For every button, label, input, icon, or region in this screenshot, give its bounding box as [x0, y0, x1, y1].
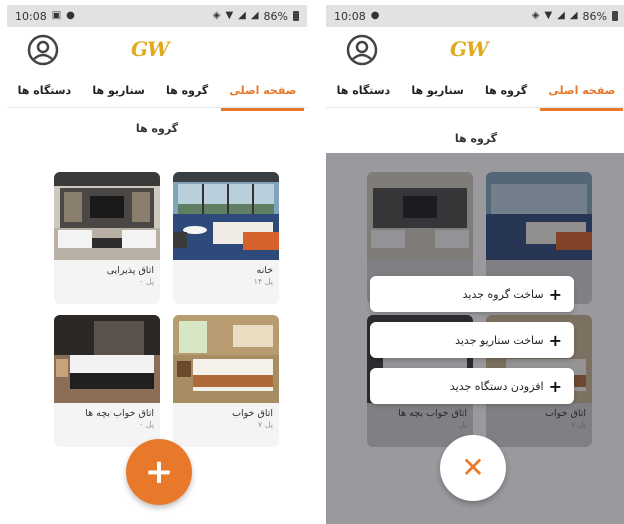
battery-icon: [612, 11, 618, 21]
brand-logo: GW: [450, 37, 489, 61]
app-notification-icon: ●: [370, 10, 380, 21]
tab-home[interactable]: صفحه اصلی: [221, 76, 305, 111]
cell-signal-icon: ◢: [250, 10, 259, 21]
room-image: [173, 172, 279, 260]
create-scenario-menu-item[interactable]: ساخت سناریو جدید +: [370, 322, 574, 358]
app-notification-icon: ●: [66, 10, 75, 21]
plus-icon: +: [144, 452, 174, 492]
room-image: [173, 315, 279, 403]
close-fab-button[interactable]: ✕: [440, 435, 506, 501]
group-name: اتاق خواب بچه ها: [85, 408, 154, 419]
group-device-count: ۷ پل: [257, 420, 273, 429]
room-image: [54, 172, 160, 260]
menu-item-label: افزودن دستگاه جدید: [449, 379, 544, 393]
group-device-count: ۰ پل: [138, 277, 154, 286]
phone-screen-home: 10:08 ▣ ● ◈ ▼ ◢ ◢ 86% GW دستگاه ها سناری…: [7, 5, 307, 524]
create-group-menu-item[interactable]: ساخت گروه جدید +: [370, 276, 574, 312]
group-device-count: ۱۴ پل: [253, 277, 273, 286]
wifi-icon: ▼: [225, 10, 234, 21]
battery-icon: [293, 11, 299, 21]
section-title: گروه ها: [135, 122, 179, 135]
group-card-kids-bedroom[interactable]: اتاق خواب بچه ها ۰ پل: [54, 315, 160, 447]
group-card-living-room[interactable]: اتاق پذیرایی ۰ پل: [54, 172, 160, 304]
tab-bar: دستگاه ها سناریو ها گروه ها صفحه اصلی: [7, 73, 307, 111]
battery-percent: 86%: [263, 9, 288, 23]
close-icon: ✕: [461, 451, 485, 484]
group-device-count: ۰ پل: [138, 420, 154, 429]
menu-item-label: ساخت گروه جدید: [462, 287, 544, 301]
tab-groups[interactable]: گروه ها: [479, 76, 533, 105]
vibrate-icon: ◈: [531, 10, 540, 21]
signal-icon: ◢: [557, 10, 565, 21]
plus-icon: +: [548, 284, 562, 304]
group-name: اتاق خواب: [232, 408, 273, 419]
group-name: اتاق پذیرایی: [106, 265, 154, 276]
room-image: [54, 315, 160, 403]
signal-icon: ◢: [238, 10, 246, 21]
vibrate-icon: ◈: [212, 10, 221, 21]
tab-groups[interactable]: گروه ها: [160, 76, 214, 105]
plus-icon: +: [548, 330, 562, 350]
group-card-home[interactable]: خانه ۱۴ پل: [173, 172, 279, 304]
tab-devices[interactable]: دستگاه ها: [331, 76, 397, 105]
tab-scenarios[interactable]: سناریو ها: [86, 76, 150, 105]
avatar[interactable]: [27, 34, 59, 66]
tab-bar: دستگاه ها سناریو ها گروه ها صفحه اصلی: [326, 73, 624, 111]
app-header: GW: [326, 27, 624, 73]
status-time: 10:08: [15, 9, 47, 23]
avatar[interactable]: [346, 34, 378, 66]
app-header: GW: [7, 27, 307, 73]
status-bar: 10:08 ▣ ● ◈ ▼ ◢ ◢ 86%: [7, 5, 307, 27]
wifi-icon: ▼: [544, 10, 553, 21]
add-device-menu-item[interactable]: افزودن دستگاه جدید +: [370, 368, 574, 404]
add-fab-button[interactable]: +: [126, 439, 192, 505]
cell-signal-icon: ◢: [569, 10, 578, 21]
notification-icon: ▣: [51, 10, 62, 21]
battery-percent: 86%: [582, 9, 607, 23]
group-card-bedroom[interactable]: اتاق خواب ۷ پل: [173, 315, 279, 447]
group-name: خانه: [256, 265, 273, 276]
status-time: 10:08: [334, 9, 366, 23]
tab-home[interactable]: صفحه اصلی: [540, 76, 624, 111]
plus-icon: +: [548, 376, 562, 396]
brand-logo: GW: [131, 37, 170, 61]
tab-scenarios[interactable]: سناریو ها: [405, 76, 469, 105]
menu-item-label: ساخت سناریو جدید: [455, 333, 544, 347]
status-bar: 10:08 ● ◈ ▼ ◢ ◢ 86%: [326, 5, 624, 27]
section-title: گروه ها: [454, 132, 498, 145]
phone-screen-menu-open: 10:08 ● ◈ ▼ ◢ ◢ 86% GW دستگاه ها سناریو …: [326, 5, 624, 524]
tab-devices[interactable]: دستگاه ها: [12, 76, 78, 105]
